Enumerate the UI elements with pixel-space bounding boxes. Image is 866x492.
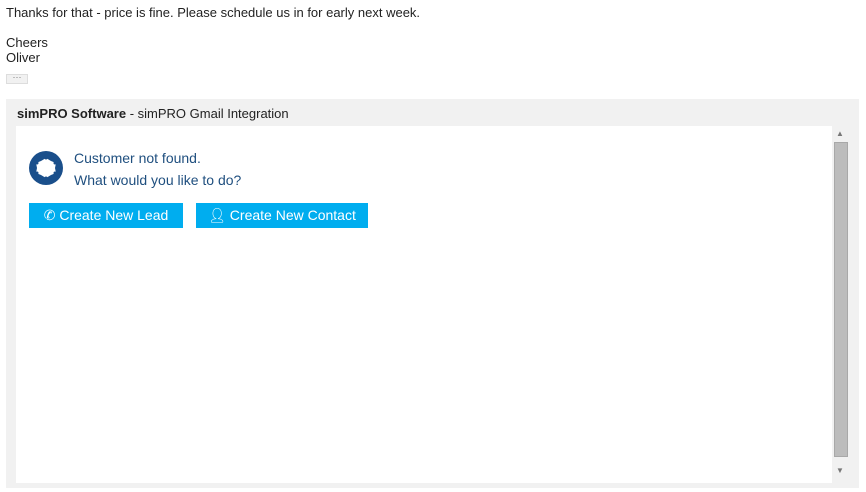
- simpro-logo-icon: [29, 151, 63, 185]
- prompt-text: What would you like to do?: [74, 172, 242, 188]
- addon-content: Customer not found. What would you like …: [16, 126, 832, 483]
- addon-title: simPRO Software - simPRO Gmail Integrati…: [17, 106, 289, 121]
- email-line: Thanks for that - price is fine. Please …: [6, 5, 421, 20]
- create-new-lead-button[interactable]: ✆ Create New Lead: [29, 203, 183, 228]
- scroll-up-icon[interactable]: ▲: [836, 129, 844, 138]
- email-body: Thanks for that - price is fine. Please …: [6, 5, 420, 65]
- scrollbar[interactable]: ▲ ▼: [832, 126, 851, 483]
- user-icon: 👤︎: [208, 207, 226, 223]
- phone-icon: ✆: [43, 207, 56, 223]
- addon-panel: simPRO Software - simPRO Gmail Integrati…: [6, 99, 859, 488]
- create-new-contact-button[interactable]: 👤︎ Create New Contact: [196, 203, 368, 228]
- show-trimmed-content-button[interactable]: ···: [6, 73, 28, 84]
- lead-button-label: Create New Lead: [59, 207, 169, 223]
- addon-subtitle: - simPRO Gmail Integration: [126, 106, 289, 121]
- message: Customer not found. What would you like …: [74, 147, 241, 191]
- scroll-down-icon[interactable]: ▼: [836, 466, 844, 475]
- addon-name: simPRO Software: [17, 106, 127, 121]
- email-sender-name: Oliver: [6, 50, 40, 65]
- contact-button-label: Create New Contact: [229, 207, 356, 223]
- scrollbar-thumb[interactable]: [834, 142, 848, 457]
- not-found-text: Customer not found.: [74, 150, 201, 166]
- email-signoff: Cheers: [6, 35, 48, 50]
